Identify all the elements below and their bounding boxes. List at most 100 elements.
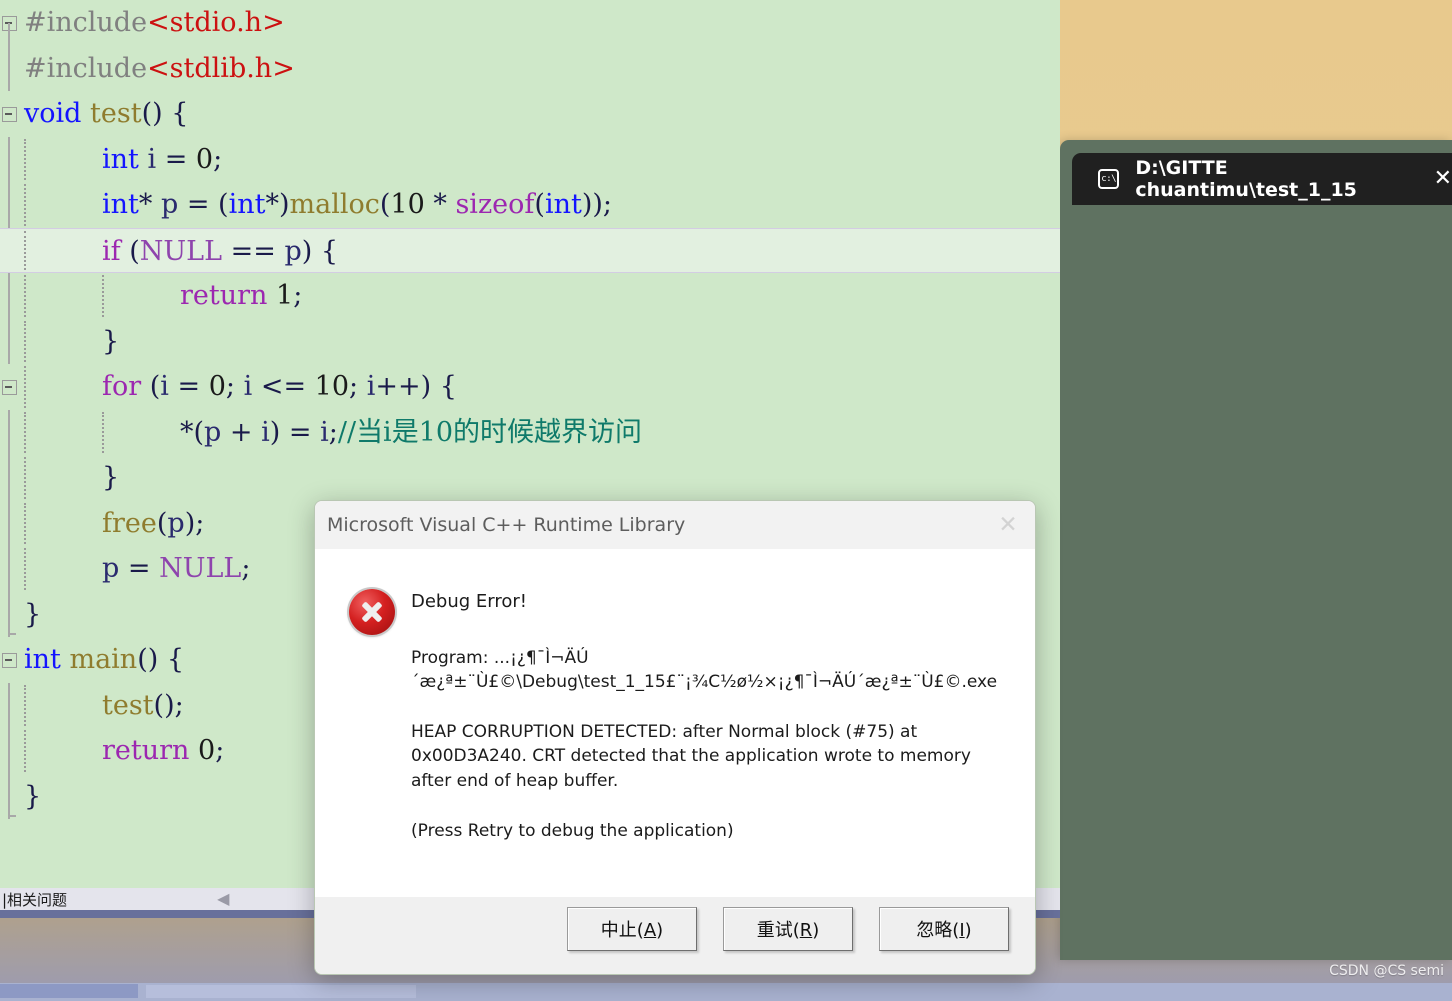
button-label: 忽略(: [916, 920, 960, 941]
dialog-message-column: Debug Error! Program: ...¡¿¶¯Ì¬ÄÚ´æ¿ª±¨Ù…: [411, 591, 1001, 869]
indent-guide: [102, 275, 104, 317]
code-line[interactable]: int i = 0;: [0, 137, 1060, 183]
code-token: p: [167, 507, 185, 539]
code-token: 0: [198, 735, 216, 766]
dialog-heap-message: HEAP CORRUPTION DETECTED: after Normal b…: [411, 722, 971, 791]
code-token: ) =: [269, 416, 321, 448]
code-token: (: [120, 235, 140, 267]
code-token: i: [160, 371, 169, 402]
code-token: =: [156, 143, 196, 175]
indent-guide: [24, 275, 26, 317]
code-token: ();: [153, 689, 184, 721]
code-token: (: [379, 189, 391, 220]
taskbar[interactable]: [0, 983, 1452, 1001]
dialog-button-1[interactable]: 中止(A): [567, 907, 697, 951]
code-token: test: [90, 98, 142, 129]
indent-guide: [24, 184, 26, 226]
code-token: <stdio.h>: [147, 7, 285, 38]
code-token: ;: [241, 553, 251, 584]
code-token: free: [102, 507, 157, 539]
code-line[interactable]: if (NULL == p) {: [0, 227, 1060, 273]
code-token: p: [160, 189, 179, 220]
dialog-button-3[interactable]: 忽略(I): [879, 907, 1009, 951]
code-token: for: [102, 371, 142, 402]
indent-guide: [24, 730, 26, 772]
console-window[interactable]: c:\ D:\GITTE chuantimu\test_1_15 ✕: [1060, 140, 1452, 960]
code-token: malloc: [289, 189, 380, 220]
code-token: sizeof: [455, 189, 535, 220]
code-token: ;: [293, 280, 303, 311]
code-token: }: [24, 598, 42, 630]
code-token: =: [119, 553, 160, 584]
close-icon[interactable]: ✕: [995, 512, 1021, 538]
code-line[interactable]: return 1;: [0, 273, 1060, 319]
screen-root: c:\ D:\GITTE chuantimu\test_1_15 ✕ #incl…: [0, 0, 1452, 1001]
button-label-tail: ): [812, 920, 820, 941]
taskbar-item-2[interactable]: [146, 985, 416, 998]
code-token: );: [184, 507, 205, 539]
indent-guide: [24, 411, 26, 453]
code-token: }: [102, 325, 120, 357]
indent-guide: [24, 548, 26, 590]
error-icon: [349, 589, 395, 635]
console-titlebar[interactable]: c:\ D:\GITTE chuantimu\test_1_15 ✕: [1072, 153, 1452, 205]
code-line[interactable]: #include<stdio.h>: [0, 0, 1060, 46]
dialog-program-path: Program: ...¡¿¶¯Ì¬ÄÚ´æ¿ª±¨Ù£©\Debug\test…: [411, 648, 998, 693]
code-token: *): [265, 189, 290, 220]
dialog-button-2[interactable]: 重试(R): [723, 907, 853, 951]
code-token: }: [24, 780, 42, 812]
code-token: p: [284, 235, 302, 267]
code-token: 0: [195, 143, 214, 175]
code-line[interactable]: }: [0, 319, 1060, 365]
code-line[interactable]: *(p + i) = i;//当i是10的时候越界访问: [0, 410, 1060, 456]
code-token: (: [156, 507, 168, 539]
code-line[interactable]: for (i = 0; i <= 10; i++) {: [0, 364, 1060, 410]
code-token: p: [204, 416, 222, 448]
code-token: = (: [178, 189, 229, 220]
dialog-titlebar[interactable]: Microsoft Visual C++ Runtime Library ✕: [315, 501, 1035, 549]
code-token: 10: [390, 189, 425, 220]
code-token: int: [544, 189, 582, 220]
button-label-tail: ): [656, 920, 664, 941]
code-token: test: [102, 689, 154, 721]
code-line[interactable]: #include<stdlib.h>: [0, 46, 1060, 92]
code-line[interactable]: int* p = (int*)malloc(10 * sizeof(int));: [0, 182, 1060, 228]
code-token: () {: [137, 644, 185, 675]
console-title-text: D:\GITTE chuantimu\test_1_15: [1135, 157, 1357, 201]
code-token: 1: [276, 280, 294, 311]
button-label: 重试(: [756, 920, 800, 941]
code-line[interactable]: }: [0, 455, 1060, 501]
code-line[interactable]: void test() {: [0, 91, 1060, 137]
code-token: //当i是10的时候越界访问: [337, 416, 643, 448]
runtime-error-dialog[interactable]: Microsoft Visual C++ Runtime Library ✕ D…: [314, 500, 1036, 975]
code-token: <stdlib.h>: [147, 52, 295, 84]
indent-guide: [24, 502, 26, 544]
code-token: *: [424, 189, 456, 220]
code-token: return: [102, 735, 190, 766]
close-icon[interactable]: ✕: [1434, 168, 1452, 190]
code-token: i: [320, 416, 329, 448]
code-token: (: [534, 189, 545, 220]
dialog-title: Microsoft Visual C++ Runtime Library: [327, 514, 686, 536]
code-token: *(: [180, 416, 205, 448]
taskbar-item-1[interactable]: [0, 984, 138, 998]
code-token: ;: [213, 143, 223, 175]
console-window-icon: c:\: [1098, 169, 1120, 189]
code-token: i: [147, 143, 157, 175]
code-token: int: [102, 143, 139, 175]
indent-guide: [24, 320, 26, 362]
console-output-area[interactable]: [1072, 205, 1452, 960]
code-token: return: [180, 280, 268, 311]
code-token: ) {: [301, 235, 339, 267]
code-token: int: [102, 189, 139, 220]
chevron-left-icon[interactable]: ◀: [217, 889, 229, 909]
code-token: p: [102, 553, 120, 584]
code-token: =: [168, 371, 209, 402]
